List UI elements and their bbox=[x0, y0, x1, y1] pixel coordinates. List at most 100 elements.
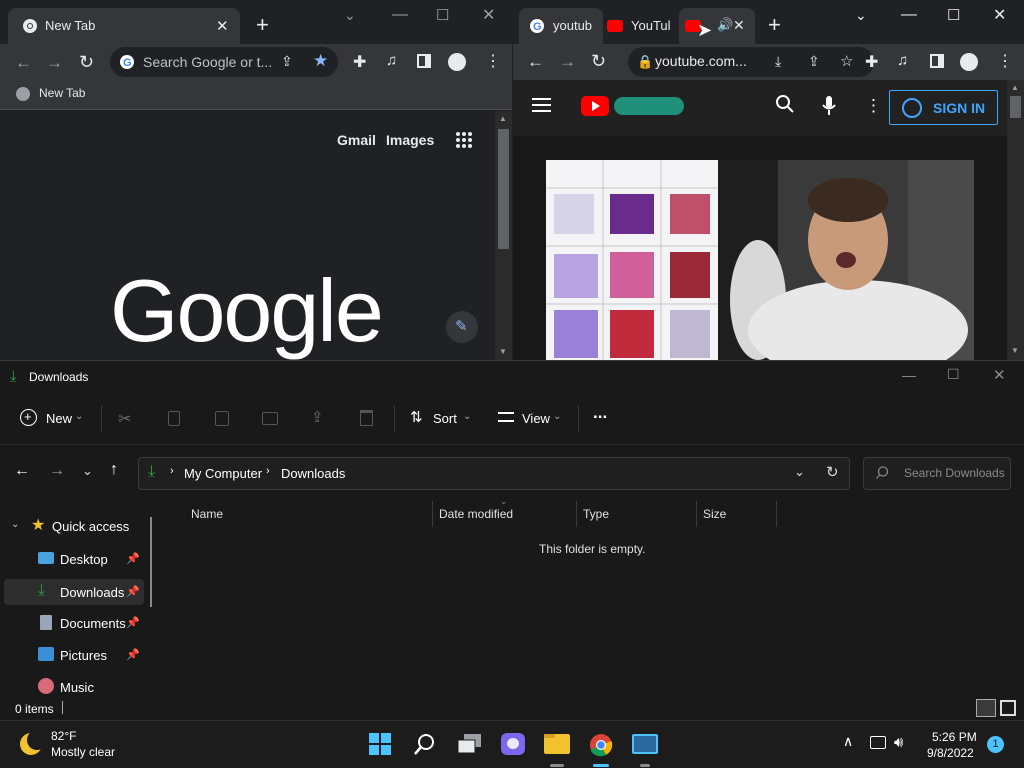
back-icon[interactable]: ← bbox=[14, 462, 30, 480]
breadcrumb-my-computer[interactable]: My Computer bbox=[184, 466, 262, 481]
speaker-icon[interactable]: 🔊 bbox=[717, 17, 733, 33]
menu-kebab-icon[interactable]: ⋮ bbox=[485, 51, 501, 71]
bookmark-new-tab[interactable]: New Tab bbox=[39, 86, 85, 100]
start-windows-icon[interactable] bbox=[369, 733, 391, 755]
close-window-icon[interactable]: ✕ bbox=[482, 5, 495, 25]
tab-youtube-1[interactable]: YouTul bbox=[605, 8, 681, 44]
maximize-icon[interactable]: ☐ bbox=[947, 6, 960, 24]
customize-pencil-button[interactable]: ✎ bbox=[446, 311, 478, 343]
minimize-icon[interactable]: — bbox=[901, 6, 917, 24]
scroll-up-icon[interactable]: ▲ bbox=[1011, 83, 1019, 92]
page-scrollbar[interactable]: ▲ ▼ bbox=[495, 111, 512, 360]
show-hidden-icons-chevron-icon[interactable]: ∧ bbox=[843, 733, 853, 750]
sidebar-item-downloads[interactable]: ⤓ Downloads 📌 bbox=[4, 579, 144, 605]
new-tab-button[interactable]: + bbox=[768, 14, 781, 36]
extensions-icon[interactable]: ✚ bbox=[353, 52, 366, 72]
clock-date[interactable]: 9/8/2022 bbox=[927, 746, 974, 760]
bookmark-star-icon[interactable]: ☆ bbox=[840, 52, 853, 70]
maximize-icon[interactable]: ☐ bbox=[436, 6, 449, 24]
reload-icon[interactable]: ↻ bbox=[79, 52, 94, 73]
new-button[interactable]: + New ⌄ bbox=[18, 407, 90, 431]
search-icon[interactable] bbox=[775, 94, 795, 114]
microphone-icon[interactable] bbox=[822, 96, 836, 116]
task-view-icon[interactable] bbox=[458, 734, 482, 754]
media-control-icon[interactable]: ♫ bbox=[897, 52, 908, 69]
sidebar-item-music[interactable]: Music bbox=[4, 675, 144, 697]
tab-search-chevron-icon[interactable]: ⌄ bbox=[344, 7, 356, 24]
profile-avatar-icon[interactable] bbox=[448, 53, 466, 71]
hamburger-menu-icon[interactable] bbox=[532, 98, 551, 112]
scroll-thumb[interactable] bbox=[1010, 96, 1021, 118]
back-icon[interactable]: ← bbox=[527, 52, 544, 72]
column-divider[interactable] bbox=[576, 501, 577, 527]
scroll-down-icon[interactable]: ▼ bbox=[1011, 346, 1019, 355]
more-options-button[interactable]: ... bbox=[593, 403, 607, 423]
menu-kebab-icon[interactable]: ⋮ bbox=[997, 51, 1013, 71]
scroll-down-icon[interactable]: ▼ bbox=[499, 347, 507, 356]
omnibox[interactable]: 🔒 youtube.com... ⤓ ⇪ ☆ bbox=[628, 47, 874, 77]
address-bar[interactable]: ⤓ › My Computer › Downloads ⌄ ↻ bbox=[138, 457, 850, 490]
view-button[interactable]: View ⌄ bbox=[496, 407, 566, 431]
install-app-icon[interactable]: ⤓ bbox=[775, 53, 781, 70]
share-icon[interactable]: ⇪ bbox=[281, 53, 293, 70]
page-scrollbar[interactable]: ▲ ▼ bbox=[1007, 80, 1024, 360]
teams-chat-icon[interactable] bbox=[501, 733, 525, 755]
cut-icon[interactable]: ✂ bbox=[118, 409, 131, 429]
close-tab-icon[interactable]: ✕ bbox=[733, 17, 745, 34]
bookmark-star-icon[interactable]: ★ bbox=[313, 51, 328, 71]
close-window-icon[interactable]: ✕ bbox=[993, 366, 1006, 384]
tab-youtube-search[interactable]: G youtub bbox=[519, 8, 603, 44]
copy-icon[interactable] bbox=[168, 411, 180, 426]
column-size[interactable]: Size bbox=[703, 507, 726, 521]
scroll-thumb[interactable] bbox=[498, 129, 509, 249]
sidebar-item-documents[interactable]: Documents 📌 bbox=[4, 611, 144, 635]
sidebar-item-pictures[interactable]: Pictures 📌 bbox=[4, 643, 144, 667]
video-thumbnail-grid[interactable] bbox=[546, 160, 718, 360]
side-panel-icon[interactable] bbox=[417, 54, 431, 68]
share-icon[interactable]: ⇪ bbox=[311, 408, 324, 426]
up-folder-icon[interactable]: ↑ bbox=[110, 461, 118, 479]
nav-scrollbar[interactable] bbox=[150, 517, 152, 607]
column-divider[interactable] bbox=[696, 501, 697, 527]
apps-grid-icon[interactable] bbox=[455, 131, 473, 149]
large-icons-view-icon[interactable] bbox=[1000, 700, 1016, 716]
column-date-modified[interactable]: Date modified bbox=[439, 507, 513, 521]
extensions-icon[interactable]: ✚ bbox=[865, 52, 878, 72]
new-tab-button[interactable]: + bbox=[256, 14, 269, 36]
profile-avatar-icon[interactable] bbox=[960, 53, 978, 71]
omnibox[interactable]: G Search Google or t... ⇪ ★ bbox=[110, 47, 338, 77]
column-name[interactable]: Name bbox=[191, 507, 223, 521]
minimize-icon[interactable]: — bbox=[392, 6, 408, 24]
tab-new-tab[interactable]: New Tab ✕ bbox=[8, 8, 240, 44]
forward-icon[interactable]: → bbox=[559, 52, 576, 72]
search-box[interactable]: Search Downloads bbox=[863, 457, 1011, 490]
images-link[interactable]: Images bbox=[386, 132, 434, 148]
weather-widget[interactable]: 82°F Mostly clear bbox=[14, 727, 134, 763]
notification-badge[interactable]: 1 bbox=[987, 736, 1004, 753]
rename-icon[interactable] bbox=[262, 412, 278, 425]
paste-icon[interactable] bbox=[215, 411, 229, 426]
sidebar-item-desktop[interactable]: Desktop 📌 bbox=[4, 547, 144, 571]
maximize-icon[interactable]: ☐ bbox=[947, 366, 960, 383]
scroll-up-icon[interactable]: ▲ bbox=[499, 114, 507, 123]
minimize-icon[interactable]: — bbox=[902, 367, 916, 383]
column-type[interactable]: Type bbox=[583, 507, 609, 521]
column-divider[interactable] bbox=[776, 501, 777, 527]
share-icon[interactable]: ⇪ bbox=[808, 53, 820, 70]
forward-icon[interactable]: → bbox=[46, 53, 63, 73]
close-window-icon[interactable]: ✕ bbox=[993, 5, 1006, 25]
recent-locations-chevron-icon[interactable]: ⌄ bbox=[82, 463, 93, 479]
video-frame[interactable] bbox=[718, 160, 974, 360]
details-view-icon[interactable] bbox=[976, 699, 996, 717]
reload-icon[interactable]: ↻ bbox=[591, 51, 606, 72]
delete-icon[interactable] bbox=[360, 410, 373, 426]
back-icon[interactable]: ← bbox=[15, 53, 32, 73]
volume-icon[interactable]: 🔊︎ bbox=[894, 734, 903, 751]
breadcrumb-downloads[interactable]: Downloads bbox=[281, 466, 345, 481]
sidebar-item-quick-access[interactable]: ⌄ ★ Quick access bbox=[0, 515, 148, 537]
forward-icon[interactable]: → bbox=[49, 462, 65, 480]
tab-search-chevron-icon[interactable]: ⌄ bbox=[855, 7, 867, 24]
gmail-link[interactable]: Gmail bbox=[337, 132, 376, 148]
sort-button[interactable]: ⇅ Sort ⌄ bbox=[408, 407, 474, 431]
search-icon[interactable] bbox=[414, 733, 436, 755]
